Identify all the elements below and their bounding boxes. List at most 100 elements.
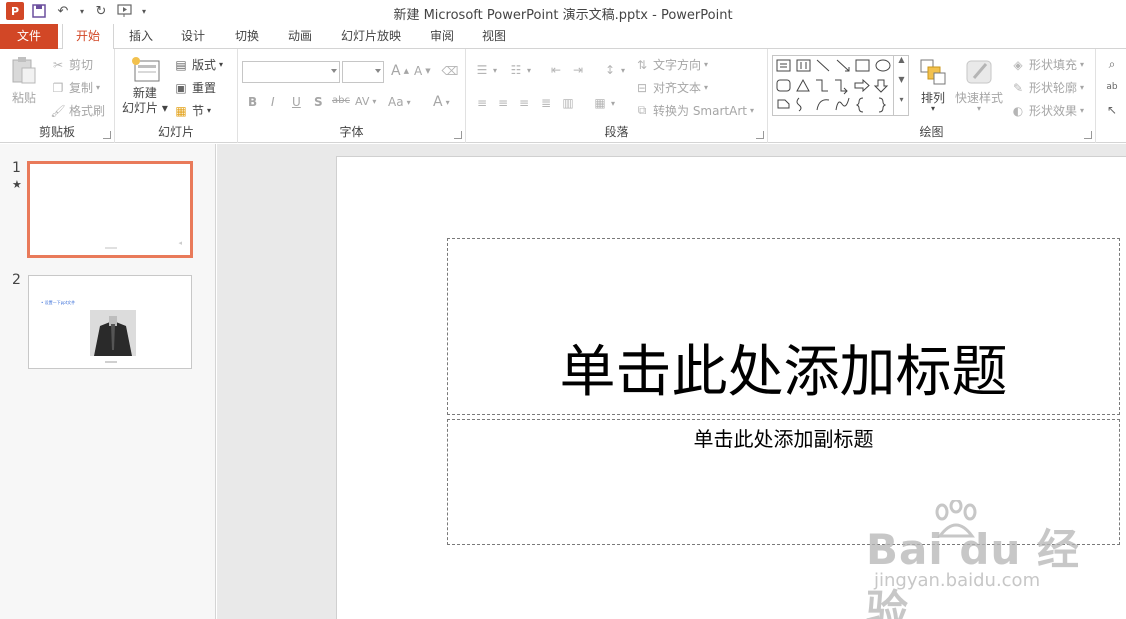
pen-icon: ✎ [1012, 80, 1024, 95]
gallery-down-icon[interactable]: ▼ [894, 75, 909, 95]
align-text-icon: ⊟ [636, 80, 648, 95]
convert-smartart-button[interactable]: ⧉ 转换为 SmartArt ▾ [634, 102, 754, 119]
find-icon[interactable]: ⌕ [1104, 56, 1120, 72]
new-slide-button[interactable]: 新建 幻灯片 ▾ [122, 54, 168, 116]
replace-icon[interactable]: ab [1104, 79, 1120, 95]
tab-animations[interactable]: 动画 [279, 24, 321, 49]
group-clipboard: 粘贴 ✂ 剪切 ❐ 复制 ▾ 🖌 格式刷 剪贴板 [0, 49, 115, 143]
distributed-button[interactable]: ▥ [560, 95, 576, 111]
copy-label: 复制 [69, 81, 94, 95]
subtitle-placeholder-text: 单击此处添加副标题 [693, 427, 874, 451]
change-case-button[interactable]: Aa ▾ [388, 95, 411, 109]
clear-format-button[interactable]: ⌫ [442, 63, 459, 79]
numbering-button[interactable]: ☷ ▾ [508, 62, 531, 78]
shrink-font-button[interactable]: A ▼ [414, 64, 431, 78]
strikethrough-button[interactable]: abc [332, 95, 350, 106]
tab-review[interactable]: 审阅 [421, 24, 463, 49]
group-paragraph: ☰ ▾ ☷ ▾ ⇤ ⇥ ↕ ▾ ≡ ≡ ≡ ≣ ▥ ▦ ▾ ⇅ 文字方向 ▾ ⊟ 对齐文本 ▾ … [466, 49, 768, 143]
line-spacing-button[interactable]: ↕ ▾ [602, 62, 625, 78]
italic-button[interactable]: I [271, 95, 275, 109]
title-bar: P ↶ ▾ ↻ ▾ 新建 Microsoft PowerPoint 演示文稿.p… [0, 0, 1126, 24]
justify-button[interactable]: ≣ [538, 95, 554, 111]
align-left-button[interactable]: ≡ [474, 95, 490, 111]
reset-button[interactable]: ▣ 重置 [173, 79, 216, 96]
title-placeholder-text: 单击此处添加标题 [559, 340, 1008, 405]
arrange-button[interactable]: 排列 ▾ [917, 56, 949, 113]
quick-styles-button[interactable]: 快速样式 ▾ [955, 56, 1003, 113]
text-shadow-button[interactable]: S [314, 95, 323, 109]
shapes-gallery-scroll[interactable]: ▲ ▼ ▾ [893, 55, 909, 116]
cut-label: 剪切 [69, 58, 94, 72]
smartart-icon: ⧉ [637, 103, 647, 117]
increase-indent-button[interactable]: ⇥ [570, 62, 586, 78]
grow-font-button[interactable]: A ▲ [391, 63, 409, 79]
bullets-icon: ☰ [476, 63, 488, 77]
paste-button[interactable]: 粘贴 [8, 55, 40, 106]
reset-label: 重置 [192, 81, 217, 95]
shape-effects-label: 形状效果 [1029, 104, 1078, 118]
font-launcher-icon[interactable] [454, 131, 462, 139]
shape-effects-button[interactable]: ◐ 形状效果 ▾ [1010, 102, 1084, 119]
slide-number-1: 1 [12, 160, 21, 176]
font-size-combo[interactable] [342, 61, 384, 83]
slide-2-photo [90, 310, 136, 356]
tab-transitions[interactable]: 切换 [226, 24, 268, 49]
align-right-button[interactable]: ≡ [516, 95, 532, 111]
copy-button[interactable]: ❐ 复制 ▾ [50, 79, 100, 96]
align-center-button[interactable]: ≡ [495, 95, 511, 111]
shape-outline-label: 形状轮廓 [1029, 81, 1078, 95]
paint-bucket-icon: ◈ [1013, 57, 1023, 72]
shape-fill-button[interactable]: ◈ 形状填充 ▾ [1010, 56, 1084, 73]
gallery-up-icon[interactable]: ▲ [894, 55, 909, 75]
clipboard-group-label: 剪贴板 [38, 125, 75, 139]
shape-effects-icon: ◐ [1012, 103, 1024, 118]
group-slides: 新建 幻灯片 ▾ ▤ 版式 ▾ ▣ 重置 ▦ 节 ▾ 幻灯片 [115, 49, 238, 143]
font-name-combo[interactable] [242, 61, 340, 83]
columns-button[interactable]: ▦ ▾ [592, 95, 615, 111]
section-button[interactable]: ▦ 节 ▾ [173, 102, 211, 119]
bullets-button[interactable]: ☰ ▾ [474, 62, 497, 78]
slide-thumbnail-1[interactable]: ◂ [27, 161, 193, 258]
watermark-main-text: Bai du 经验 [866, 525, 1080, 619]
watermark-url-text: jingyan.baidu.com [874, 570, 1041, 591]
shape-fill-label: 形状填充 [1029, 58, 1078, 72]
tab-design[interactable]: 设计 [172, 24, 214, 49]
font-color-button[interactable]: A ▾ [433, 94, 450, 110]
slide-thumbnail-2[interactable]: • 设置一下ppt文件 [28, 275, 192, 369]
group-editing-partial: ⌕ ab ↖ [1096, 49, 1126, 143]
ribbon-tabs: 文件 开始 插入 设计 切换 动画 幻灯片放映 审阅 视图 [0, 24, 1126, 50]
align-left-icon: ≡ [476, 96, 488, 110]
gallery-more-icon[interactable]: ▾ [894, 95, 909, 115]
drawing-launcher-icon[interactable] [1084, 131, 1092, 139]
tab-file[interactable]: 文件 [0, 24, 58, 49]
section-label: 节 [192, 104, 205, 118]
title-placeholder[interactable]: 单击此处添加标题 [447, 238, 1120, 415]
select-icon[interactable]: ↖ [1104, 102, 1120, 118]
ribbon: 粘贴 ✂ 剪切 ❐ 复制 ▾ 🖌 格式刷 剪贴板 新建 幻灯片 ▾ ▤ 版式 ▾… [0, 49, 1126, 143]
tab-home[interactable]: 开始 [62, 24, 114, 50]
group-font: A ▲ A ▼ ⌫ B I U S abc AV ▾ Aa ▾ A ▾ 字体 [238, 49, 466, 143]
drawing-group-label: 绘图 [919, 125, 944, 139]
format-painter-button[interactable]: 🖌 格式刷 [50, 102, 105, 119]
slide-2-link-text: • 设置一下ppt文件 [41, 300, 76, 305]
new-slide-icon [129, 54, 161, 86]
shape-outline-button[interactable]: ✎ 形状轮廓 ▾ [1010, 79, 1084, 96]
layout-button[interactable]: ▤ 版式 ▾ [173, 56, 223, 73]
underline-button[interactable]: U [292, 95, 301, 109]
clipboard-launcher-icon[interactable] [103, 131, 111, 139]
text-direction-button[interactable]: ⇅ 文字方向 ▾ [634, 56, 708, 73]
character-spacing-button[interactable]: AV ▾ [355, 95, 376, 108]
numbering-icon: ☷ [510, 63, 522, 77]
tab-slideshow[interactable]: 幻灯片放映 [334, 24, 408, 49]
tab-insert[interactable]: 插入 [120, 24, 162, 49]
paragraph-launcher-icon[interactable] [756, 131, 764, 139]
paste-icon [8, 55, 40, 87]
shapes-gallery[interactable] [772, 55, 909, 116]
new-slide-label-2: 幻灯片 ▾ [122, 101, 168, 115]
cut-button[interactable]: ✂ 剪切 [50, 56, 93, 73]
tab-view[interactable]: 视图 [473, 24, 515, 49]
decrease-indent-button[interactable]: ⇤ [548, 62, 564, 78]
align-text-button[interactable]: ⊟ 对齐文本 ▾ [634, 79, 708, 96]
bold-button[interactable]: B [248, 95, 257, 109]
layout-label: 版式 [192, 58, 217, 72]
